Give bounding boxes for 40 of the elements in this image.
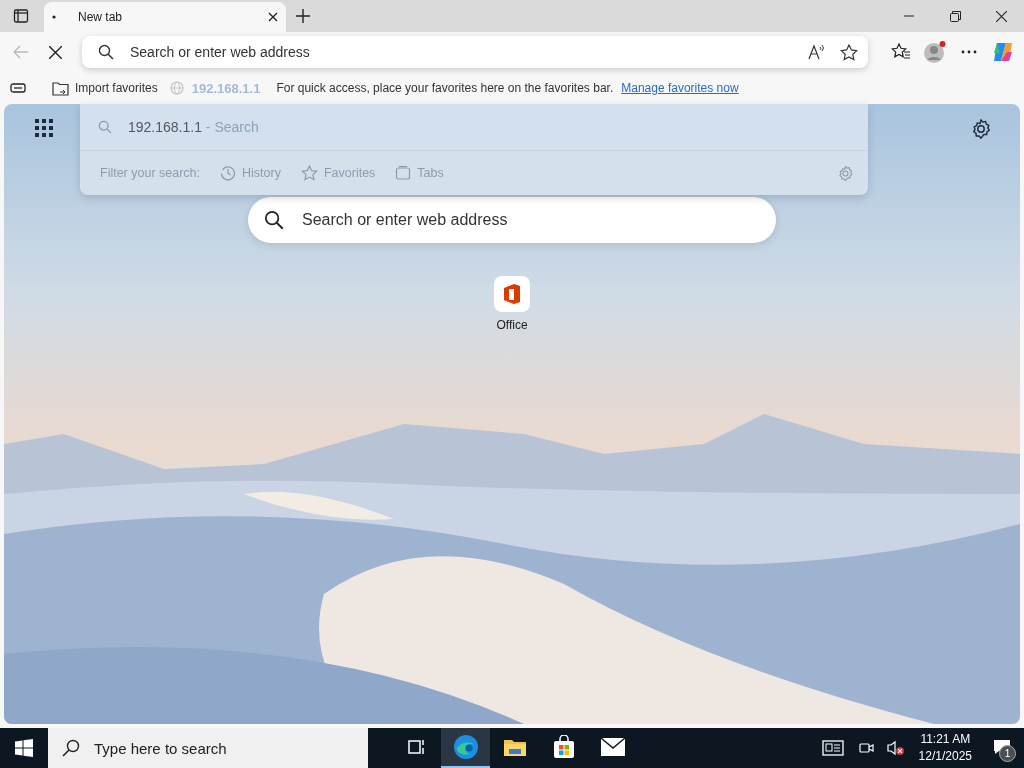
loading-dot-icon: [52, 15, 56, 19]
star-icon[interactable]: [840, 43, 858, 61]
settings-icon[interactable]: [970, 118, 992, 140]
tabs-icon: [395, 165, 412, 181]
quick-link[interactable]: Office: [482, 276, 542, 332]
envelope-icon: [599, 737, 626, 757]
taskbar-clock[interactable]: 11:21 AM 12/1/2025: [910, 731, 980, 765]
address-bar[interactable]: Search or enter web address: [82, 36, 868, 68]
suggestion-text: 192.168.1.1: [191, 80, 261, 96]
address-field[interactable]: Search or enter web address: [128, 43, 794, 61]
taskbar-search-field[interactable]: Type here to search: [92, 738, 354, 758]
favorites-bar-icon[interactable]: [10, 82, 26, 94]
search-icon: [264, 210, 284, 230]
folder-icon: [52, 80, 69, 96]
suggestion-item[interactable]: 192.168.1.1 - Search: [128, 119, 259, 135]
edge-browser-icon: [452, 734, 479, 760]
folder-icon: [502, 737, 527, 757]
search-field[interactable]: Search or enter web address: [300, 210, 760, 230]
manage-favorites-link[interactable]: Manage favorites now: [621, 81, 739, 95]
shopping-bag-icon: [551, 735, 576, 759]
filter-label: Filter your search:: [100, 166, 201, 180]
search-icon: [98, 120, 112, 134]
search-bar[interactable]: Search or enter web address: [248, 197, 776, 243]
office-logo-icon: [494, 276, 530, 312]
favorites-bar-message: For quick access, place your favorites here on the favorites bar.: [276, 81, 614, 95]
notifications-button[interactable]: 1: [980, 728, 1024, 768]
read-aloud-icon[interactable]: [808, 44, 826, 60]
search-icon: [62, 739, 80, 757]
taskbar-app-button[interactable]: [441, 728, 490, 768]
star-icon: [300, 165, 318, 181]
apps-grid-icon[interactable]: [34, 118, 54, 138]
globe-icon: [169, 81, 184, 95]
search-icon: [98, 44, 114, 60]
browser-tab[interactable]: New tab: [44, 2, 286, 32]
notification-count-badge: 1: [999, 745, 1016, 762]
import-favorites-button[interactable]: Import favorites: [48, 80, 162, 96]
taskbar-search-bar[interactable]: Type here to search: [48, 728, 368, 768]
task-view-icon: [407, 738, 426, 756]
history-clock-icon: [220, 165, 237, 181]
close-icon[interactable]: [268, 12, 278, 22]
